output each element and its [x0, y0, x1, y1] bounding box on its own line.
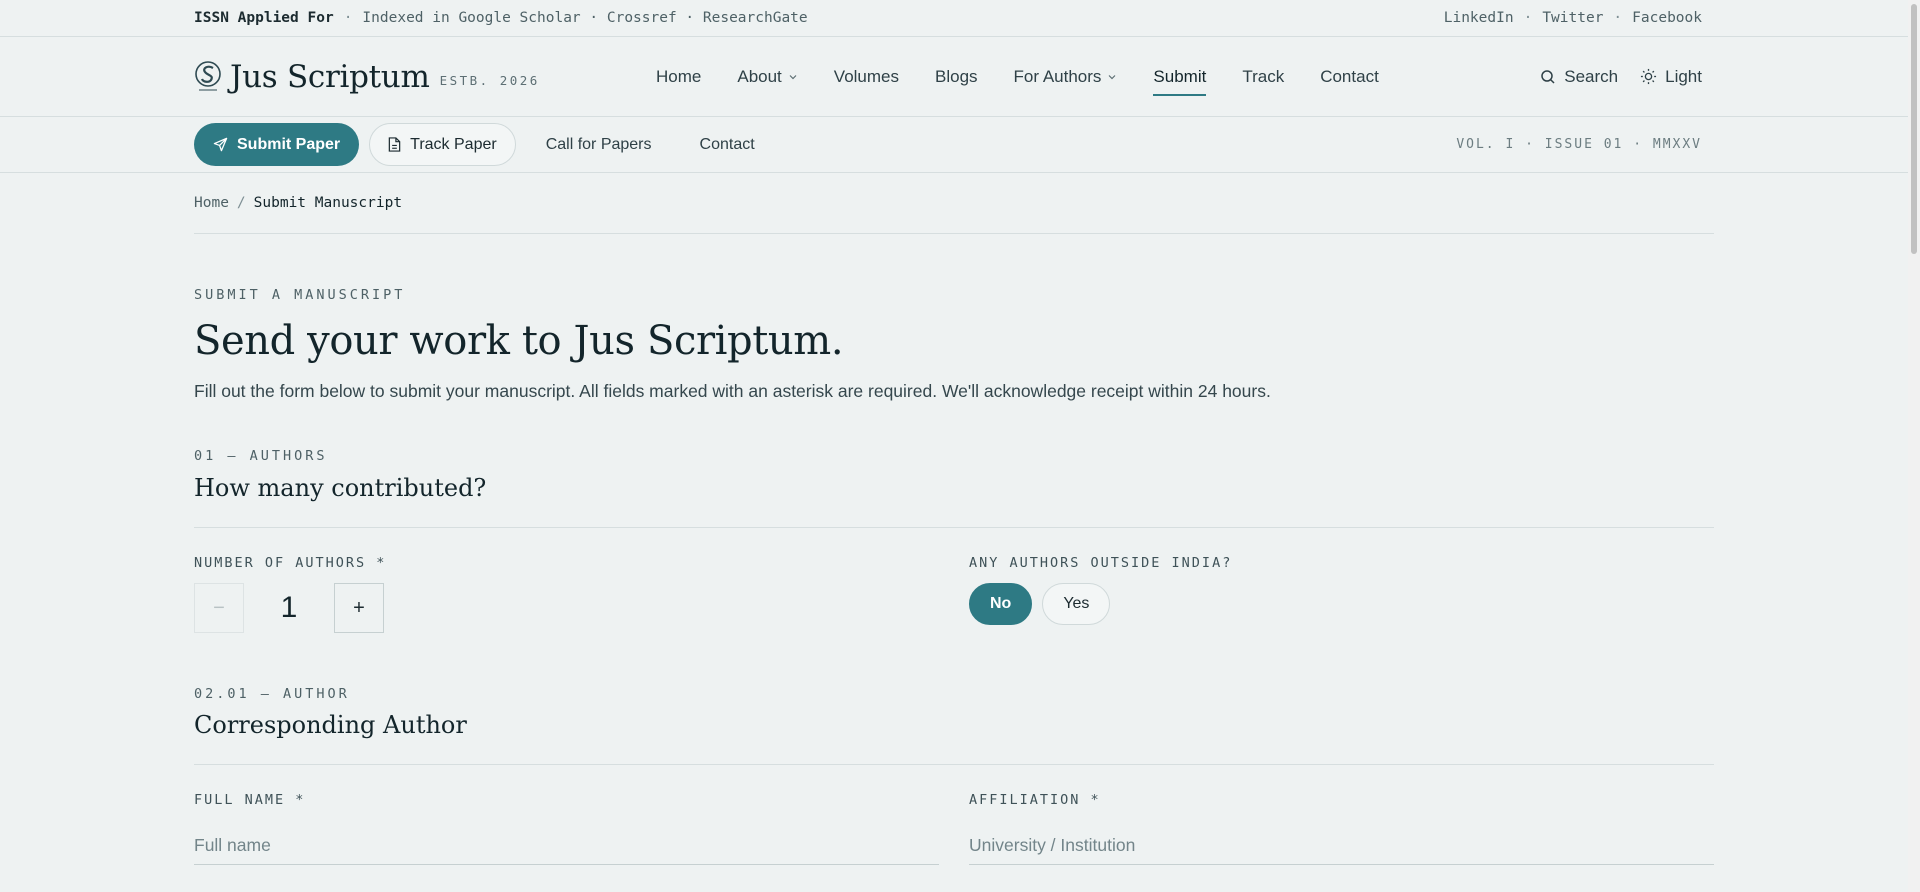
option-no-button[interactable]: No: [969, 583, 1033, 625]
num-authors-stepper: − 1 +: [194, 583, 384, 633]
nav-item-about[interactable]: About: [737, 67, 797, 87]
nav-item-label: For Authors: [1013, 66, 1102, 86]
volume-issue-label: VOL. I · ISSUE 01 · MMXXV: [1456, 137, 1702, 152]
submit-paper-button[interactable]: Submit Paper: [194, 123, 360, 166]
track-paper-button[interactable]: Track Paper: [369, 123, 516, 166]
search-label: Search: [1564, 66, 1619, 86]
nav-item-contact[interactable]: Contact: [1320, 67, 1379, 87]
scrollbar-thumb[interactable]: [1911, 4, 1917, 254]
divider: [194, 527, 1714, 528]
full-name-label: FULL NAME *: [194, 792, 306, 808]
outside-india-label: ANY AUTHORS OUTSIDE INDIA?: [969, 555, 1233, 571]
social-links: LinkedIn · Twitter · Facebook: [1444, 10, 1702, 26]
nav-item-label: Blogs: [935, 66, 978, 86]
chevron-down-icon: [1108, 74, 1116, 79]
utility-bar: ISSN Applied For · Indexed in Google Sch…: [0, 0, 1908, 37]
page-lead: Fill out the form below to submit your m…: [194, 381, 1271, 401]
section-eyebrow-author: 02.01 — AUTHOR: [194, 686, 350, 702]
breadcrumb: Home / Submit Manuscript: [194, 186, 1714, 234]
breadcrumb-separator: /: [236, 194, 246, 211]
full-name-input[interactable]: [194, 827, 939, 865]
theme-label: Light: [1665, 66, 1702, 86]
theme-toggle-button[interactable]: Light: [1640, 67, 1702, 87]
social-link-facebook[interactable]: Facebook: [1632, 10, 1702, 26]
separator: ·: [343, 10, 353, 26]
nav-item-for-authors[interactable]: For Authors: [1014, 67, 1118, 87]
nav-item-track[interactable]: Track: [1242, 67, 1284, 87]
affiliation-label: AFFILIATION *: [969, 792, 1101, 808]
nav-item-volumes[interactable]: Volumes: [834, 67, 899, 87]
separator: ·: [1523, 10, 1533, 26]
site-header: Jus Scriptum ESTB. 2026 Home About Volum…: [0, 37, 1908, 117]
brand-name: Jus Scriptum: [230, 58, 430, 95]
social-link-linkedin[interactable]: LinkedIn: [1444, 10, 1514, 26]
sun-icon: [1641, 68, 1657, 85]
increment-button[interactable]: +: [334, 583, 384, 633]
nav-item-label: About: [737, 66, 782, 86]
outside-india-toggle: No Yes: [969, 583, 1111, 625]
brand-logo-link[interactable]: Jus Scriptum ESTB. 2026: [194, 59, 654, 95]
search-icon: [1541, 69, 1555, 84]
brand-established: ESTB. 2026: [439, 73, 540, 88]
nav-item-label: Home: [656, 66, 702, 86]
divider: [194, 764, 1714, 765]
nav-item-label: Contact: [1320, 66, 1379, 86]
section-title-authors: How many contributed?: [194, 474, 487, 502]
nav-item-label: Volumes: [833, 66, 899, 86]
nav-item-home[interactable]: Home: [656, 67, 701, 87]
nav-item-label: Track: [1242, 66, 1285, 86]
page-title: Send your work to Jus Scriptum.: [194, 318, 844, 364]
separator: ·: [1613, 10, 1623, 26]
submit-paper-label: Submit Paper: [237, 135, 341, 153]
num-authors-label: NUMBER OF AUTHORS *: [194, 555, 387, 571]
section-eyebrow-authors: 01 — AUTHORS: [194, 448, 328, 464]
search-button[interactable]: Search: [1540, 67, 1618, 87]
breadcrumb-current: Submit Manuscript: [253, 194, 403, 211]
nav-item-submit[interactable]: Submit: [1153, 66, 1207, 96]
indexed-in-text: Indexed in Google Scholar · Crossref · R…: [362, 10, 808, 26]
hero-eyebrow: SUBMIT A MANUSCRIPT: [194, 287, 406, 303]
nav-item-label: Submit: [1153, 66, 1207, 86]
social-link-twitter[interactable]: Twitter: [1542, 10, 1603, 26]
action-bar: Submit Paper Track Paper Call for Papers…: [0, 117, 1908, 173]
page-scrollbar[interactable]: [1908, 0, 1920, 892]
nav-item-blogs[interactable]: Blogs: [935, 67, 978, 87]
option-yes-button[interactable]: Yes: [1042, 583, 1111, 625]
send-icon: [213, 137, 228, 152]
call-for-papers-link[interactable]: Call for Papers: [546, 136, 652, 154]
track-paper-label: Track Paper: [410, 135, 497, 153]
decrement-button[interactable]: −: [194, 583, 244, 633]
breadcrumb-home-link[interactable]: Home: [194, 195, 229, 211]
issn-status: ISSN Applied For: [194, 10, 334, 26]
chevron-down-icon: [789, 74, 797, 79]
num-authors-value: 1: [280, 591, 298, 624]
contact-link[interactable]: Contact: [700, 136, 755, 154]
section-title-author: Corresponding Author: [194, 711, 467, 739]
indexing-info: ISSN Applied For · Indexed in Google Sch…: [194, 10, 808, 26]
main-nav: Home About Volumes Blogs For Authors Sub…: [656, 66, 1379, 96]
header-tools: Search Light: [1540, 67, 1702, 87]
document-icon: [388, 137, 401, 152]
affiliation-input[interactable]: [969, 827, 1714, 865]
journal-logo-icon: [195, 60, 221, 90]
